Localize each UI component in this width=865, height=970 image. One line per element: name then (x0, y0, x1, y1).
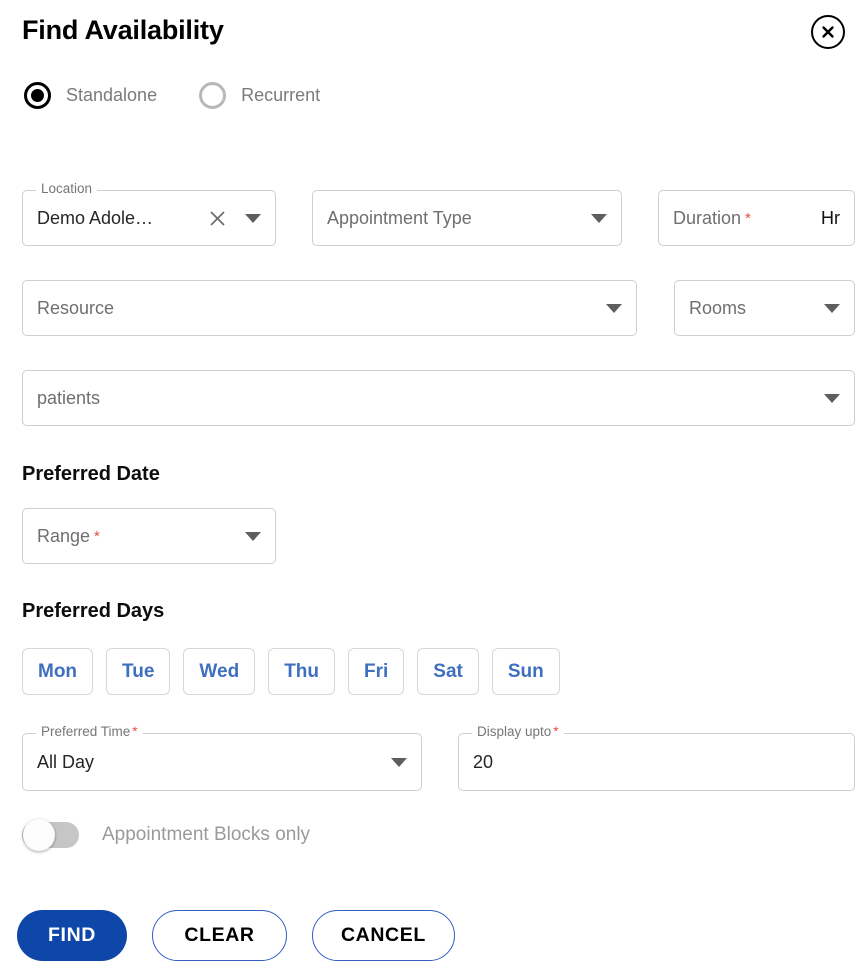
resource-placeholder: Resource (37, 297, 115, 318)
patients-placeholder: patients (37, 387, 101, 408)
preferred-time-required-marker: * (132, 724, 138, 739)
chevron-down-icon[interactable] (245, 531, 261, 541)
appointment-type-placeholder: Appointment Type (327, 207, 472, 228)
date-range-required-marker: * (94, 527, 100, 545)
location-field-box[interactable]: Demo Adole… (22, 190, 276, 246)
duration-placeholder: Duration (673, 207, 742, 228)
preferred-time-value: All Day (37, 751, 95, 772)
preferred-time-field[interactable]: Preferred Time * All Day (22, 724, 422, 791)
close-icon[interactable] (811, 15, 845, 49)
chevron-down-icon[interactable] (591, 213, 607, 223)
appointment-blocks-toggle-label: Appointment Blocks only (102, 824, 311, 845)
day-chip-mon[interactable]: Mon (22, 648, 94, 695)
display-upto-required-marker: * (553, 724, 559, 739)
day-chip-fri[interactable]: Fri (348, 648, 405, 695)
clear-x-icon[interactable] (208, 209, 227, 228)
radio-standalone-mark (24, 82, 51, 109)
location-value: Demo Adole… (37, 207, 154, 228)
find-button[interactable]: FIND (17, 910, 127, 961)
radio-standalone-label: Standalone (66, 85, 158, 105)
preferred-time-legend-text: Preferred Time (41, 724, 131, 739)
rooms-placeholder: Rooms (689, 297, 747, 318)
duration-required-marker: * (745, 209, 751, 227)
location-legend: Location (36, 181, 98, 197)
display-upto-value: 20 (473, 751, 494, 772)
close-x-glyph (822, 26, 834, 38)
display-upto-field[interactable]: Display upto * 20 (458, 724, 855, 791)
chevron-down-icon[interactable] (391, 757, 407, 767)
appointment-type-field[interactable]: Appointment Type (312, 190, 622, 246)
preferred-days-heading: Preferred Days (22, 600, 165, 622)
appointment-blocks-toggle[interactable] (22, 819, 79, 851)
chevron-down-icon[interactable] (824, 303, 840, 313)
radio-recurrent[interactable]: Recurrent (199, 82, 320, 109)
chevron-down-icon[interactable] (606, 303, 622, 313)
location-field[interactable]: Location Demo Adole… (22, 181, 276, 246)
display-upto-field-box[interactable]: 20 (458, 733, 855, 791)
page-title: Find Availability (22, 15, 224, 45)
day-chip-sat[interactable]: Sat (417, 648, 479, 695)
dialog-actions: FIND CLEAR CANCEL (17, 910, 455, 961)
display-upto-legend-text: Display upto (477, 724, 552, 739)
date-range-placeholder: Range (37, 525, 91, 546)
rooms-field[interactable]: Rooms (674, 280, 855, 336)
cancel-button[interactable]: CANCEL (312, 910, 455, 961)
appointment-blocks-toggle-row: Appointment Blocks only (22, 819, 311, 851)
day-chip-tue[interactable]: Tue (106, 648, 171, 695)
preferred-time-field-box[interactable]: All Day (22, 733, 422, 791)
duration-field[interactable]: Duration * Hr (658, 190, 855, 246)
toggle-knob (23, 819, 55, 851)
display-upto-legend: Display upto * (472, 724, 564, 740)
patients-field[interactable]: patients (22, 370, 855, 426)
day-chip-wed[interactable]: Wed (183, 648, 256, 695)
preferred-days-group: Mon Tue Wed Thu Fri Sat Sun (22, 648, 560, 695)
radio-recurrent-mark (199, 82, 227, 109)
day-chip-sun[interactable]: Sun (491, 648, 560, 695)
dialog-header: Find Availability (22, 10, 845, 56)
chevron-down-icon[interactable] (824, 393, 840, 403)
radio-standalone[interactable]: Standalone (24, 82, 157, 109)
duration-unit-suffix: Hr (821, 207, 840, 228)
chevron-down-icon[interactable] (245, 213, 261, 223)
appointment-mode-radio-group: Standalone Recurrent (24, 82, 362, 109)
clear-button[interactable]: CLEAR (152, 910, 287, 961)
day-chip-thu[interactable]: Thu (268, 648, 336, 695)
radio-recurrent-label: Recurrent (241, 85, 321, 105)
resource-field[interactable]: Resource (22, 280, 637, 336)
preferred-date-heading: Preferred Date (22, 463, 160, 485)
preferred-time-legend: Preferred Time * (36, 724, 143, 740)
date-range-field[interactable]: Range * (22, 508, 276, 564)
